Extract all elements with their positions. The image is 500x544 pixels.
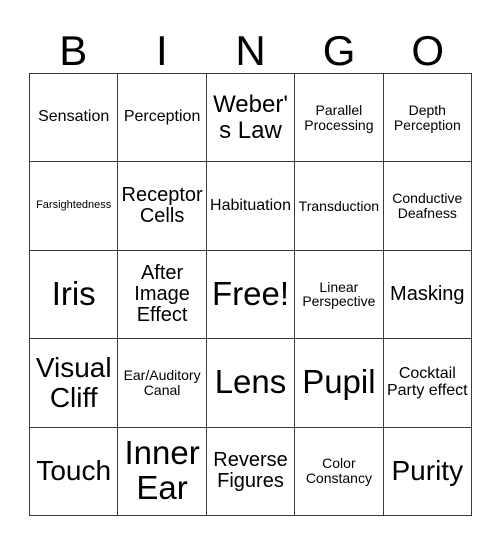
- bingo-cell-label: Ear/Auditory Canal: [123, 367, 201, 398]
- bingo-cell-r5c3[interactable]: Reverse Figures: [206, 427, 296, 516]
- bingo-cell-r5c2[interactable]: Inner Ear: [118, 427, 207, 516]
- bingo-cell-free-space[interactable]: Free!: [206, 250, 296, 340]
- bingo-cell-label: Cocktail Party effect: [386, 364, 468, 399]
- bingo-cell-r4c4[interactable]: Pupil: [295, 339, 384, 428]
- bingo-cell-r5c5[interactable]: Purity: [383, 427, 472, 516]
- bingo-cell-r5c1[interactable]: Touch: [30, 427, 119, 516]
- bingo-cell-r2c3[interactable]: Habituation: [206, 162, 296, 251]
- bingo-cell-label: Masking: [390, 282, 465, 305]
- bingo-cell-r3c4[interactable]: Linear Perspective: [295, 250, 384, 340]
- bingo-cell-label: Inner Ear: [124, 434, 200, 507]
- bingo-cell-label: Lens: [214, 363, 287, 401]
- header-letter-i: I: [156, 27, 168, 74]
- bingo-cell-label: Transduction: [298, 197, 380, 214]
- bingo-cell-r1c5[interactable]: Depth Perception: [383, 74, 472, 163]
- bingo-cell-label: Visual Cliff: [35, 352, 112, 413]
- bingo-cell-label: Weber's Law: [213, 91, 288, 144]
- bingo-cell-label: Sensation: [38, 108, 110, 126]
- bingo-cell-label: Linear Perspective: [302, 278, 376, 310]
- bingo-card: B I N G O Sensation Perception Weber's L…: [29, 18, 472, 516]
- bingo-cell-label: After Image Effect: [134, 261, 190, 327]
- bingo-cell-label: Color Constancy: [305, 455, 372, 487]
- header-letter-b: B: [59, 27, 88, 74]
- bingo-cell-r2c5[interactable]: Conductive Deafness: [383, 162, 472, 251]
- header-letter-o: O: [411, 27, 444, 74]
- bingo-cell-label: Perception: [123, 108, 201, 126]
- bingo-cell-r3c2[interactable]: After Image Effect: [118, 250, 207, 340]
- bingo-cell-label: Habituation: [210, 196, 291, 214]
- bingo-cell-r2c1[interactable]: Farsightedness: [30, 162, 119, 251]
- bingo-cell-label: Farsightedness: [36, 199, 112, 212]
- bingo-cell-r4c1[interactable]: Visual Cliff: [30, 339, 119, 428]
- bingo-cell-r2c2[interactable]: Receptor Cells: [118, 162, 207, 251]
- bingo-cell-label: Depth Perception: [393, 101, 461, 133]
- bingo-cell-label: Purity: [391, 455, 464, 487]
- bingo-cell-label: Pupil: [302, 363, 376, 401]
- bingo-cell-label: Conductive Deafness: [392, 190, 463, 222]
- bingo-cell-r2c4[interactable]: Transduction: [295, 162, 384, 251]
- bingo-cell-label: Reverse Figures: [213, 449, 288, 493]
- bingo-cell-label: Parallel Processing: [304, 101, 374, 133]
- bingo-cell-r4c5[interactable]: Cocktail Party effect: [383, 339, 472, 428]
- bingo-grid: Sensation Perception Weber's Law Paralle…: [29, 73, 472, 516]
- bingo-cell-r1c4[interactable]: Parallel Processing: [295, 74, 384, 163]
- bingo-cell-r1c3[interactable]: Weber's Law: [206, 74, 296, 163]
- bingo-cell-label: Touch: [36, 455, 112, 487]
- bingo-cell-r4c2[interactable]: Ear/Auditory Canal: [118, 339, 207, 428]
- bingo-cell-r5c4[interactable]: Color Constancy: [295, 427, 384, 516]
- bingo-cell-label: Free!: [211, 275, 289, 312]
- bingo-cell-r1c1[interactable]: Sensation: [30, 74, 119, 163]
- bingo-cell-r1c2[interactable]: Perception: [118, 74, 207, 163]
- bingo-cell-r3c5[interactable]: Masking: [383, 250, 472, 340]
- bingo-cell-r3c1[interactable]: Iris: [30, 250, 119, 340]
- bingo-header: B I N G O: [29, 18, 472, 73]
- bingo-cell-label: Iris: [51, 275, 96, 312]
- header-letter-n: N: [235, 27, 266, 74]
- bingo-cell-r4c3[interactable]: Lens: [206, 339, 296, 428]
- bingo-cell-label: Receptor Cells: [121, 183, 203, 228]
- header-letter-g: G: [322, 27, 356, 74]
